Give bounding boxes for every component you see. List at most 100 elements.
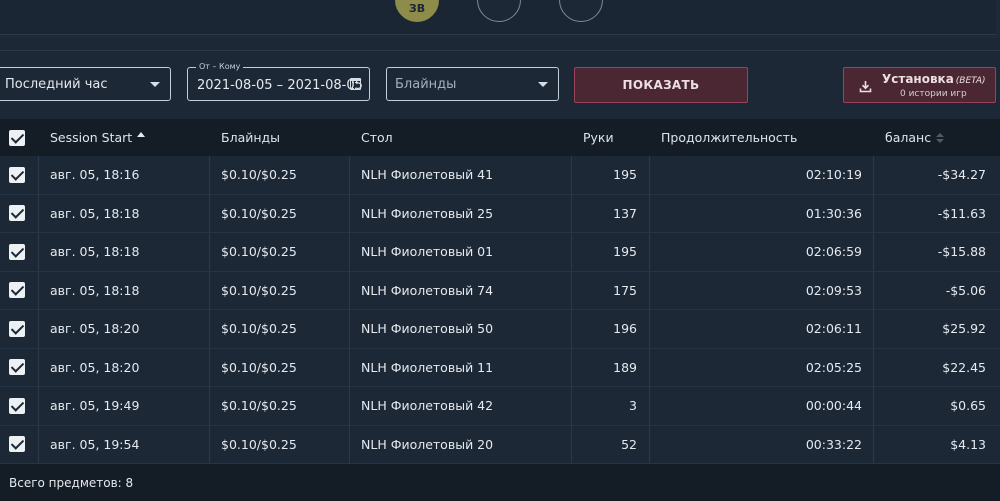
- cell-hands: 196: [613, 321, 637, 337]
- cell-table: NLH Фиолетовый 20: [361, 436, 494, 452]
- table-header: Session Start Блайнды Стол Руки Продолжи…: [0, 119, 1000, 156]
- step-2[interactable]: [477, 0, 521, 22]
- column-divider: [38, 348, 39, 386]
- column-divider: [209, 271, 210, 309]
- row-checkbox[interactable]: [9, 282, 25, 299]
- step-1[interactable]: ЗВ: [395, 0, 439, 22]
- cell-hands: 189: [613, 359, 637, 375]
- row-checkbox[interactable]: [9, 436, 25, 453]
- column-divider: [349, 156, 350, 194]
- row-checkbox[interactable]: [9, 166, 25, 183]
- column-header-balance-label: баланс: [885, 130, 932, 145]
- row-checkbox-cell: [9, 310, 25, 348]
- install-subtitle: 0 истории игр: [900, 89, 967, 99]
- cell-blinds: $0.10/$0.25: [221, 359, 297, 375]
- row-checkbox[interactable]: [9, 397, 25, 414]
- date-range-legend: От – Кому: [196, 61, 244, 73]
- chevron-down-icon: [538, 82, 548, 87]
- column-divider: [38, 233, 39, 271]
- beta-badge: (BETA): [955, 76, 986, 86]
- column-divider: [209, 233, 210, 271]
- table-row[interactable]: авг. 05, 19:54 $0.10/$0.25 NLH Фиолетовый …: [0, 425, 1000, 464]
- column-divider: [209, 156, 210, 194]
- row-checkbox-cell: [9, 349, 25, 387]
- cell-start: авг. 05, 18:18: [50, 282, 140, 298]
- install-title: Установка (BETA): [882, 72, 986, 86]
- table-footer: Всего предметов: 8: [0, 464, 1000, 501]
- column-divider: [38, 271, 39, 309]
- period-select-value: Последний час: [5, 76, 108, 92]
- cell-balance: $0.65: [950, 398, 986, 414]
- column-divider: [38, 310, 39, 348]
- table-row[interactable]: авг. 05, 18:18 $0.10/$0.25 NLH Фиолетовый …: [0, 233, 1000, 272]
- step-3[interactable]: [559, 0, 603, 22]
- cell-hands: 175: [613, 282, 637, 298]
- column-header-duration: Продолжительность: [661, 119, 797, 156]
- column-divider: [349, 425, 350, 463]
- cell-table: NLH Фиолетовый 11: [361, 359, 494, 375]
- row-checkbox[interactable]: [9, 320, 25, 337]
- column-header-blinds-label: Блайнды: [221, 130, 281, 145]
- step-1-label: ЗВ: [408, 2, 426, 15]
- cell-start: авг. 05, 19:49: [50, 398, 140, 414]
- cell-start: авг. 05, 19:54: [50, 436, 140, 452]
- cell-blinds: $0.10/$0.25: [221, 282, 297, 298]
- table-row[interactable]: авг. 05, 18:18 $0.10/$0.25 NLH Фиолетовый …: [0, 271, 1000, 310]
- column-divider: [349, 387, 350, 425]
- cell-duration: 02:10:19: [805, 167, 862, 183]
- cell-table: NLH Фиолетовый 74: [361, 282, 494, 298]
- row-checkbox[interactable]: [9, 243, 25, 260]
- cell-duration: 02:09:53: [805, 282, 862, 298]
- table-body: авг. 05, 18:16 $0.10/$0.25 NLH Фиолетовый …: [0, 156, 1000, 464]
- cell-start: авг. 05, 18:18: [50, 205, 140, 221]
- cell-table: NLH Фиолетовый 42: [361, 398, 494, 414]
- cell-balance: -$15.88: [937, 244, 986, 260]
- row-checkbox-cell: [9, 426, 25, 464]
- table-row[interactable]: авг. 05, 18:18 $0.10/$0.25 NLH Фиолетовый …: [0, 194, 1000, 233]
- column-header-table-label: Стол: [361, 130, 393, 145]
- column-divider: [209, 425, 210, 463]
- column-header-duration-label: Продолжительность: [661, 130, 798, 145]
- column-header-table: Стол: [361, 119, 393, 156]
- column-divider: [349, 233, 350, 271]
- column-divider: [349, 310, 350, 348]
- date-range-field[interactable]: От – Кому 2021-08-05 – 2021-08-05: [187, 61, 370, 101]
- cell-table: NLH Фиолетовый 50: [361, 321, 494, 337]
- cell-balance: -$34.27: [937, 167, 986, 183]
- row-checkbox[interactable]: [9, 359, 25, 376]
- cell-table: NLH Фиолетовый 41: [361, 167, 494, 183]
- date-range-value: 2021-08-05 – 2021-08-05: [197, 78, 363, 93]
- column-header-start-label: Session Start: [50, 130, 133, 145]
- select-all-checkbox[interactable]: [9, 129, 25, 146]
- cell-start: авг. 05, 18:20: [50, 321, 140, 337]
- column-divider: [209, 387, 210, 425]
- period-select[interactable]: Последний час: [0, 67, 171, 101]
- column-header-start[interactable]: Session Start: [50, 119, 146, 156]
- divider: [0, 50, 1000, 51]
- column-header-blinds: Блайнды: [221, 119, 280, 156]
- blinds-select-placeholder: Блайнды: [395, 76, 457, 92]
- table-row[interactable]: авг. 05, 18:20 $0.10/$0.25 NLH Фиолетовый …: [0, 310, 1000, 349]
- row-checkbox-cell: [9, 387, 25, 425]
- cell-start: авг. 05, 18:20: [50, 359, 140, 375]
- cell-duration: 00:33:22: [805, 436, 862, 452]
- table-row[interactable]: авг. 05, 18:20 $0.10/$0.25 NLH Фиолетовый …: [0, 348, 1000, 387]
- cell-duration: 02:06:59: [805, 244, 862, 260]
- cell-balance: $22.45: [942, 359, 986, 375]
- row-checkbox-cell: [9, 195, 25, 233]
- row-checkbox[interactable]: [9, 205, 25, 222]
- calendar-icon[interactable]: [350, 78, 361, 90]
- column-divider: [38, 387, 39, 425]
- cell-duration: 01:30:36: [805, 205, 862, 221]
- total-items-count: Всего предметов: 8: [9, 475, 134, 490]
- cell-table: NLH Фиолетовый 01: [361, 244, 494, 260]
- install-button[interactable]: Установка (BETA) 0 истории игр: [843, 67, 996, 103]
- cell-hands: 137: [613, 205, 637, 221]
- table-row[interactable]: авг. 05, 18:16 $0.10/$0.25 NLH Фиолетовый …: [0, 156, 1000, 195]
- sort-asc-icon: [137, 132, 146, 137]
- column-header-balance[interactable]: баланс: [885, 119, 945, 156]
- show-button[interactable]: ПОКАЗАТЬ: [574, 67, 748, 103]
- download-icon: [859, 81, 872, 93]
- table-row[interactable]: авг. 05, 19:49 $0.10/$0.25 NLH Фиолетовый …: [0, 387, 1000, 426]
- blinds-select[interactable]: Блайнды: [386, 67, 559, 101]
